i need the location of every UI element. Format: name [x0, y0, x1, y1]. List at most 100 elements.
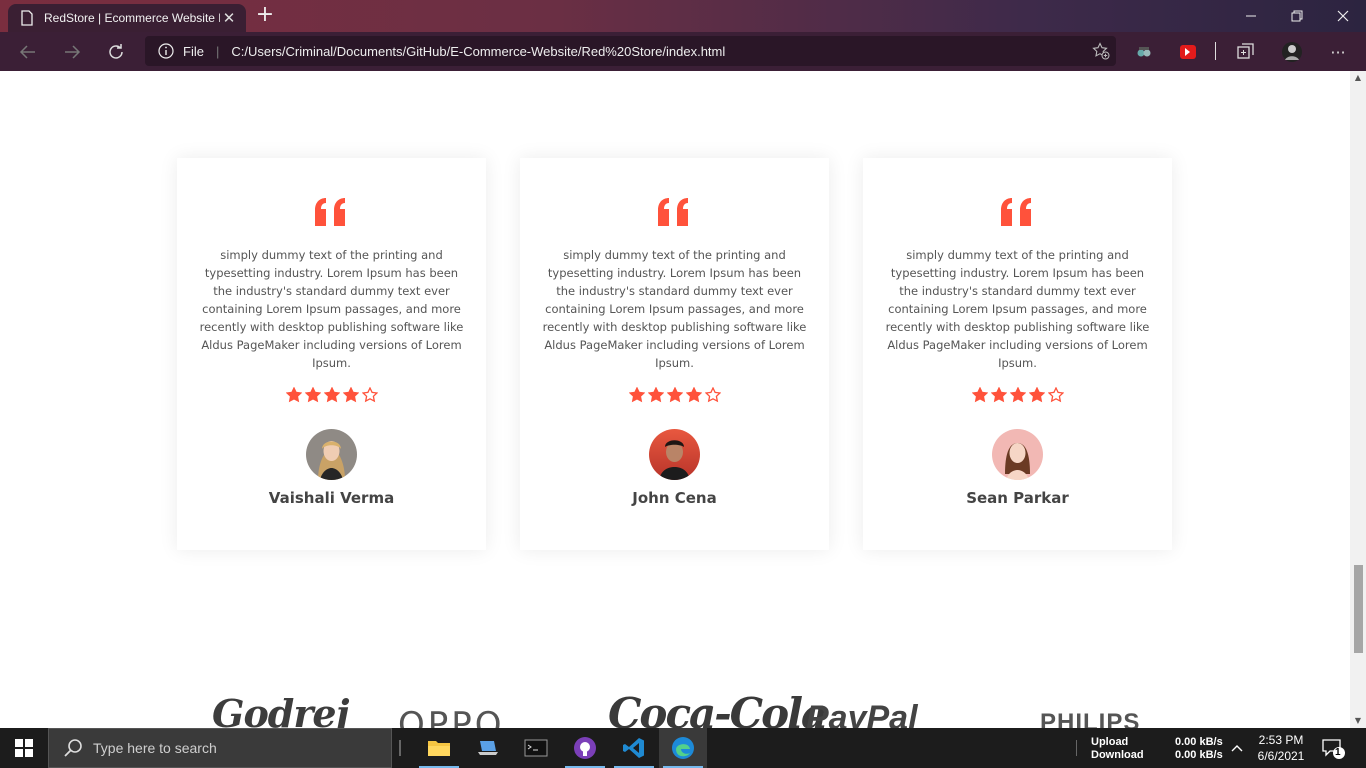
more-button[interactable]: ··· — [1325, 39, 1351, 65]
reviewer-name: John Cena — [632, 489, 717, 507]
arrow-left-icon — [19, 45, 35, 59]
extension-icon — [1137, 47, 1151, 57]
reviewer-name: Sean Parkar — [966, 489, 1069, 507]
rating-stars — [520, 387, 829, 405]
forward-button[interactable] — [59, 39, 85, 65]
page-viewport: simply dummy text of the printing and ty… — [0, 71, 1350, 728]
system-clock[interactable]: 2:53 PM 6/6/2021 — [1252, 732, 1310, 764]
page-scrollbar[interactable]: ▲ ▼ — [1350, 71, 1366, 728]
star-filled-icon — [1009, 387, 1026, 403]
new-tab-button[interactable]: + — [254, 4, 276, 28]
github-icon — [574, 737, 596, 759]
star-filled-icon — [304, 387, 321, 403]
tab-close-icon[interactable]: ✕ — [220, 9, 238, 27]
star-add-icon — [1092, 42, 1110, 60]
laptop-app-button[interactable] — [464, 728, 512, 768]
arrow-right-icon — [65, 45, 81, 59]
toolbar-divider — [1215, 42, 1216, 60]
reviewer-name: Vaishali Verma — [268, 489, 395, 507]
testimonial-card: simply dummy text of the printing and ty… — [863, 158, 1172, 550]
terminal-icon — [524, 739, 548, 757]
taskbar-divider — [399, 740, 401, 756]
video-icon — [1180, 45, 1196, 59]
quote-icon — [177, 198, 486, 230]
clock-date: 6/6/2021 — [1257, 749, 1305, 763]
testimonial-card: simply dummy text of the printing and ty… — [520, 158, 829, 550]
notification-center-button[interactable]: 1 — [1322, 738, 1346, 760]
collections-icon — [1237, 43, 1254, 59]
star-empty-icon — [1047, 387, 1064, 403]
refresh-button[interactable] — [103, 39, 129, 65]
address-url[interactable]: C:/Users/Criminal/Documents/GitHub/E-Com… — [231, 44, 1086, 59]
search-icon — [64, 739, 82, 757]
quote-icon — [863, 198, 1172, 230]
scroll-down-icon[interactable]: ▼ — [1350, 714, 1366, 728]
edge-icon — [672, 737, 694, 759]
brand-logo-oppo: OPPO — [398, 705, 505, 728]
restore-icon — [1291, 10, 1303, 22]
avatar — [649, 429, 700, 480]
testimonial-text: simply dummy text of the printing and ty… — [199, 248, 464, 370]
star-filled-icon — [628, 387, 645, 403]
info-icon[interactable] — [157, 42, 175, 60]
collections-button[interactable] — [1233, 39, 1259, 65]
vscode-icon — [623, 738, 644, 758]
start-button[interactable] — [0, 728, 48, 768]
tab-title: RedStore | Ecommerce Website D — [44, 11, 220, 25]
github-desktop-button[interactable] — [561, 728, 609, 768]
star-filled-icon — [685, 387, 702, 403]
refresh-icon — [109, 44, 123, 59]
brand-logo-philips: PHILIPS — [1040, 709, 1141, 728]
taskbar-search-box[interactable]: Type here to search — [48, 728, 392, 768]
minimize-button[interactable] — [1228, 0, 1274, 32]
search-placeholder: Type here to search — [93, 740, 217, 756]
video-downloader-button[interactable] — [1175, 39, 1201, 65]
address-bar[interactable]: File | C:/Users/Criminal/Documents/GitHu… — [145, 36, 1116, 66]
avatar — [1282, 42, 1302, 62]
tray-divider — [1076, 740, 1078, 756]
net-upload-label: Upload — [1091, 736, 1129, 748]
rating-stars — [177, 387, 486, 405]
extension-button[interactable] — [1131, 39, 1157, 65]
address-separator: | — [215, 43, 220, 59]
browser-tab-bar: RedStore | Ecommerce Website D ✕ + — [0, 0, 1366, 32]
star-empty-icon — [704, 387, 721, 403]
taskbar: Type here to search Upload Download 0.00… — [0, 728, 1366, 768]
back-button[interactable] — [15, 39, 41, 65]
star-filled-icon — [647, 387, 664, 403]
add-favorite-button[interactable] — [1086, 36, 1116, 66]
scrollbar-thumb[interactable] — [1354, 565, 1363, 653]
star-filled-icon — [1028, 387, 1045, 403]
rating-stars — [863, 387, 1172, 405]
edge-browser-button[interactable] — [659, 728, 707, 768]
window-close-button[interactable] — [1320, 0, 1366, 32]
minimize-icon — [1246, 15, 1256, 17]
testimonial-card: simply dummy text of the printing and ty… — [177, 158, 486, 550]
star-filled-icon — [990, 387, 1007, 403]
star-filled-icon — [666, 387, 683, 403]
restore-button[interactable] — [1274, 0, 1320, 32]
star-filled-icon — [971, 387, 988, 403]
quote-icon — [520, 198, 829, 230]
testimonial-text: simply dummy text of the printing and ty… — [542, 248, 807, 370]
profile-button[interactable] — [1279, 39, 1305, 65]
close-icon — [1337, 10, 1349, 22]
avatar — [306, 429, 357, 480]
windows-icon — [15, 739, 33, 757]
star-filled-icon — [323, 387, 340, 403]
brand-logo-godrej: Godrej — [212, 691, 349, 728]
star-empty-icon — [361, 387, 378, 403]
browser-tab[interactable]: RedStore | Ecommerce Website D ✕ — [8, 4, 246, 32]
vscode-button[interactable] — [610, 728, 658, 768]
page-icon — [21, 10, 33, 26]
browser-toolbar: File | C:/Users/Criminal/Documents/GitHu… — [0, 32, 1366, 71]
tray-chevron-up-icon[interactable] — [1229, 740, 1245, 756]
terminal-button[interactable] — [512, 728, 560, 768]
scroll-up-icon[interactable]: ▲ — [1350, 71, 1366, 85]
net-download-speed: 0.00 kB/s — [1175, 749, 1223, 761]
notification-count: 1 — [1335, 747, 1341, 758]
star-filled-icon — [342, 387, 359, 403]
net-upload-speed: 0.00 kB/s — [1175, 736, 1223, 748]
file-explorer-button[interactable] — [415, 728, 463, 768]
brand-logo-coca-cola: Coca-Cola — [608, 689, 828, 728]
